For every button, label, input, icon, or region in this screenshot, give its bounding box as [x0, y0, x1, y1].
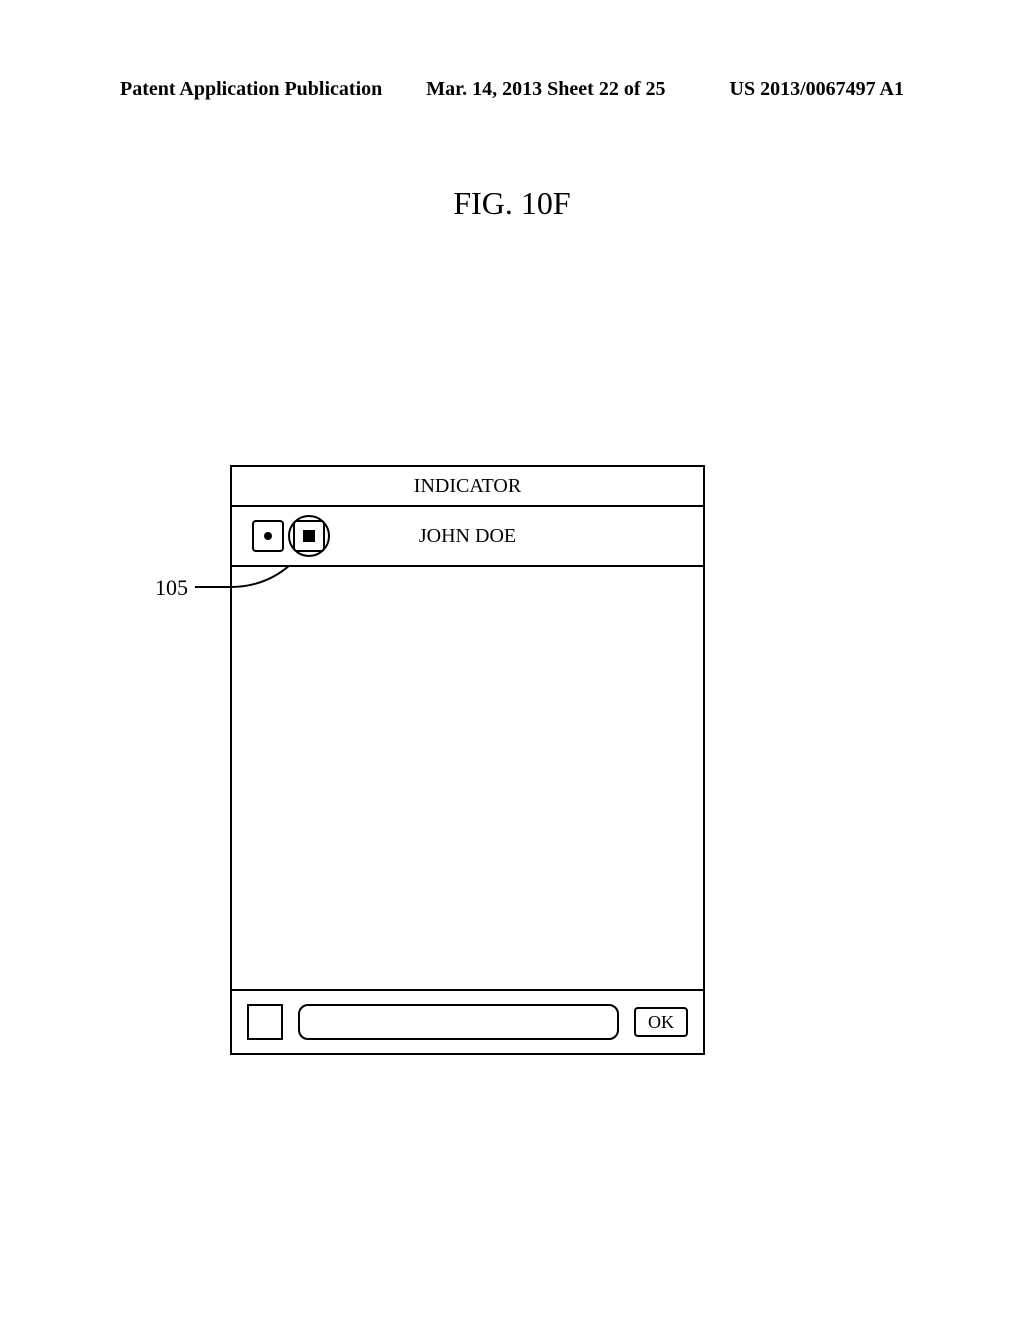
header-date-sheet: Mar. 14, 2013 Sheet 22 of 25	[426, 78, 665, 101]
icon-group	[252, 516, 329, 556]
page-header: Patent Application Publication Mar. 14, …	[0, 78, 1024, 101]
ok-button-label: OK	[648, 1012, 674, 1033]
indicator-label: INDICATOR	[414, 475, 521, 498]
callout-reference-number: 105	[155, 575, 188, 601]
text-input-field[interactable]	[298, 1004, 619, 1040]
dot-icon	[264, 532, 272, 540]
selected-icon-wrapper	[289, 516, 329, 556]
title-bar: JOHN DOE	[232, 507, 703, 567]
indicator-bar: INDICATOR	[232, 467, 703, 507]
ok-button[interactable]: OK	[634, 1007, 688, 1037]
device-frame: INDICATOR JOHN DOE OK	[230, 465, 705, 1055]
square-icon	[303, 530, 315, 542]
status-icon-2[interactable]	[293, 520, 325, 552]
header-publication-type: Patent Application Publication	[120, 78, 382, 101]
user-name-label: JOHN DOE	[419, 525, 516, 548]
bottom-bar: OK	[232, 989, 703, 1053]
callout-leader-line	[195, 565, 305, 595]
header-publication-number: US 2013/0067497 A1	[730, 78, 904, 101]
figure-title: FIG. 10F	[0, 185, 1024, 222]
attachment-button[interactable]	[247, 1004, 283, 1040]
status-icon-1[interactable]	[252, 520, 284, 552]
